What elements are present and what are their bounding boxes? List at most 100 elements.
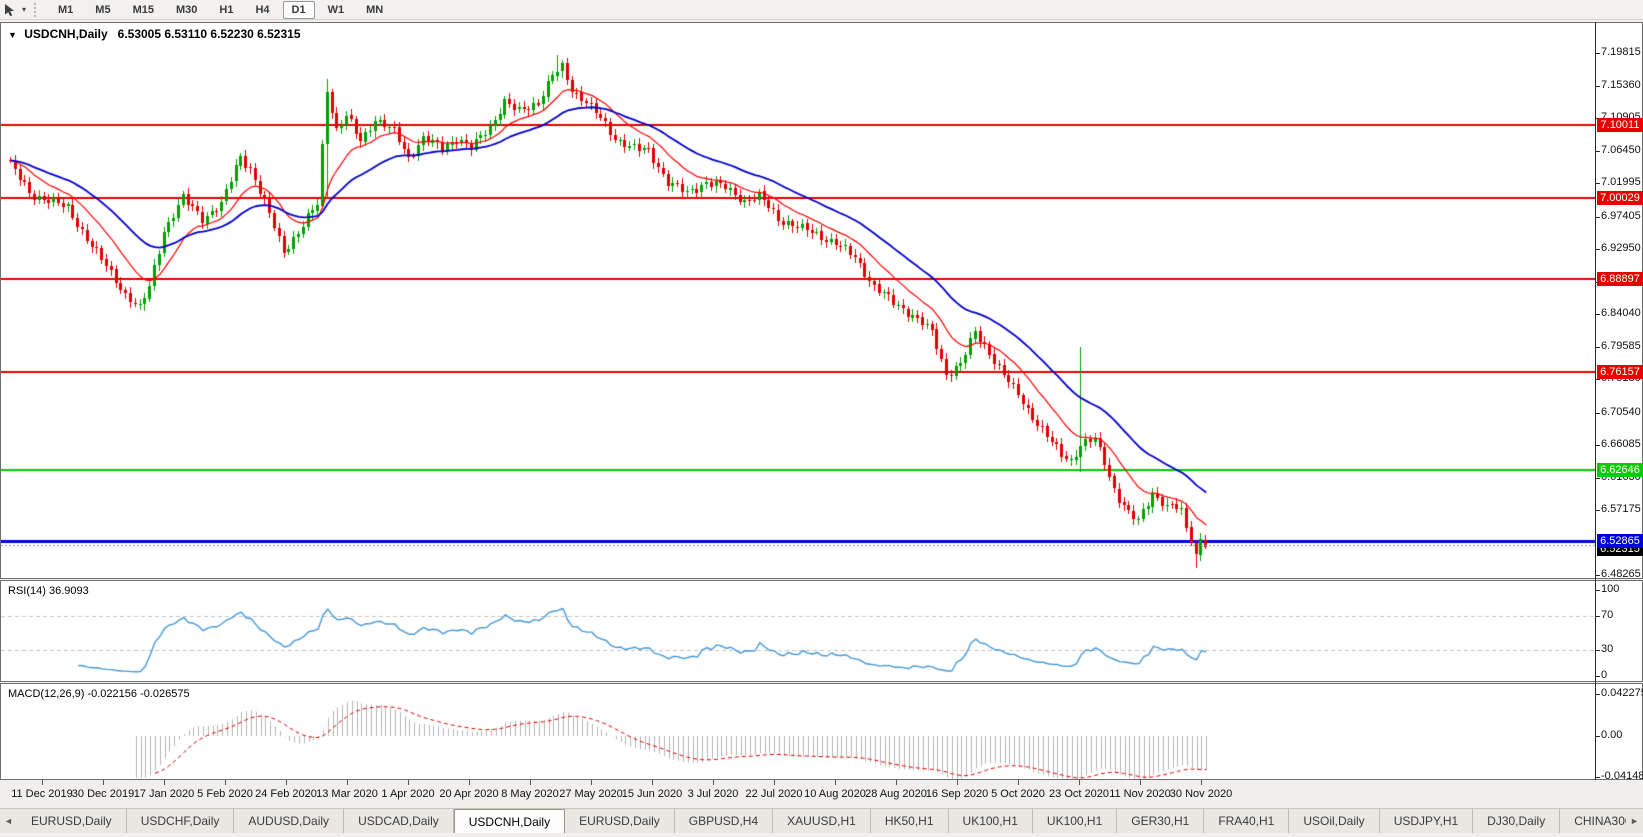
price-level-badge: 6.62646 [1597,463,1643,477]
timeframe-h4[interactable]: H4 [246,1,278,19]
price-level-badge: 7.00029 [1597,191,1643,205]
price-axis-tick: 6.48265 [1601,568,1641,580]
price-axis-tick-mark [1595,478,1600,479]
price-axis-tick-mark [1595,314,1600,315]
rsi-axis-tick-mark [1595,590,1600,591]
rsi-axis-tick: 70 [1601,609,1613,621]
macd-axis-tick: 0.042275 [1601,687,1643,699]
price-level-badge: 6.88897 [1597,272,1643,286]
tab-hk50-h1[interactable]: HK50,H1 [871,809,949,833]
date-axis: 11 Dec 201930 Dec 201917 Jan 20205 Feb 2… [0,780,1643,806]
date-axis-label: 24 Feb 2020 [255,788,317,800]
chart-ohlc-values: 6.53005 6.53110 6.52230 6.52315 [118,27,301,41]
timeframe-m5[interactable]: M5 [86,1,119,19]
date-axis-tick-mark [530,780,531,785]
rsi-axis-tick-mark [1595,616,1600,617]
macd-axis-tick-mark [1595,736,1600,737]
date-axis-label: 11 Dec 2019 [11,788,73,800]
price-axis-tick: 6.92950 [1601,242,1641,254]
timeframe-m15[interactable]: M15 [124,1,163,19]
macd-axis-tick: -0.04148 [1601,770,1643,782]
price-axis-tick-mark [1595,86,1600,87]
tab-ger30-h1[interactable]: GER30,H1 [1117,809,1204,833]
date-axis-label: 16 Sep 2020 [926,788,988,800]
tab-fra40-h1[interactable]: FRA40,H1 [1204,809,1289,833]
date-axis-label: 17 Jan 2020 [134,788,195,800]
rsi-axis-tick-mark [1595,650,1600,651]
price-axis-tick-mark [1595,183,1600,184]
tab-xauusd-h1[interactable]: XAUUSD,H1 [773,809,871,833]
date-axis-tick-mark [835,780,836,785]
date-axis-label: 15 Jun 2020 [622,788,683,800]
macd-canvas[interactable] [1,684,1596,779]
rsi-axis-tick: 0 [1601,669,1607,681]
date-axis-tick-mark [1079,780,1080,785]
price-level-badge: 7.10011 [1597,118,1643,132]
price-axis-tick: 6.97405 [1601,210,1641,222]
date-axis-label: 28 Aug 2020 [865,788,927,800]
date-axis-tick-mark [591,780,592,785]
timeframe-m1[interactable]: M1 [49,1,82,19]
timeframe-w1[interactable]: W1 [319,1,354,19]
tab-usdcnh-daily[interactable]: USDCNH,Daily [454,809,565,833]
date-axis-tick-mark [469,780,470,785]
tab-uk100-h1[interactable]: UK100,H1 [1033,809,1117,833]
cursor-tool-caret-icon[interactable]: ▾ [18,5,30,14]
timeframe-h1[interactable]: H1 [210,1,242,19]
main-chart-canvas[interactable] [1,23,1596,578]
chart-tab-bar: ◄ EURUSD,DailyUSDCHF,DailyAUDUSD,DailyUS… [0,808,1643,833]
tab-usdchf-daily[interactable]: USDCHF,Daily [127,809,235,833]
price-axis-tick: 6.66085 [1601,438,1641,450]
date-axis-label: 30 Nov 2020 [1170,788,1232,800]
cursor-tool-icon[interactable] [0,2,18,18]
rsi-canvas[interactable] [1,581,1596,681]
tab-dj30-daily[interactable]: DJ30,Daily [1473,809,1560,833]
timeframe-mn[interactable]: MN [357,1,392,19]
price-axis-tick-mark [1595,510,1600,511]
tab-gbpusd-h4[interactable]: GBPUSD,H4 [675,809,773,833]
macd-axis-tick-mark [1595,777,1600,778]
price-axis-tick: 6.84040 [1601,307,1641,319]
date-axis-tick-mark [957,780,958,785]
price-axis-line [1595,22,1596,780]
date-axis-tick-mark [1018,780,1019,785]
price-axis-tick: 6.57175 [1601,503,1641,515]
date-axis-tick-mark [774,780,775,785]
price-chart-pane [0,22,1643,579]
rsi-axis-tick: 30 [1601,643,1613,655]
timeframe-m30[interactable]: M30 [167,1,206,19]
date-axis-tick-mark [713,780,714,785]
tab-usdjpy-h1[interactable]: USDJPY,H1 [1380,809,1473,833]
price-axis-tick: 7.19815 [1601,46,1641,58]
mt4-terminal: ▾ M1M5 M15M30H1H4 D1W1MN ▼ USDCNH,Daily 6.… [0,0,1643,837]
tab-uk100-h1[interactable]: UK100,H1 [949,809,1033,833]
tab-usoil-daily[interactable]: USOil,Daily [1289,809,1379,833]
chart-menu-caret-icon[interactable]: ▼ [8,30,17,40]
date-axis-tick-mark [42,780,43,785]
macd-pane [0,683,1643,780]
macd-axis-tick: 0.00 [1601,729,1622,741]
timeframe-d1[interactable]: D1 [283,1,315,19]
date-axis-label: 11 Nov 2020 [1109,788,1171,800]
tab-audusd-daily[interactable]: AUDUSD,Daily [234,809,344,833]
tab-scroll-right-icon[interactable]: ► [1626,809,1643,833]
price-axis-tick-mark [1595,413,1600,414]
date-axis-label: 13 Mar 2020 [316,788,378,800]
price-axis-tick: 6.70540 [1601,406,1641,418]
price-axis-tick-mark [1595,249,1600,250]
macd-axis-tick-mark [1595,694,1600,695]
tab-china300-h1[interactable]: CHINA300,H1 [1560,809,1626,833]
rsi-pane [0,580,1643,682]
date-axis-label: 30 Dec 2019 [72,788,134,800]
date-axis-tick-mark [896,780,897,785]
date-axis-label: 20 Apr 2020 [439,788,498,800]
date-axis-tick-mark [103,780,104,785]
tab-scroll-left-icon[interactable]: ◄ [0,809,17,833]
tab-eurusd-daily[interactable]: EURUSD,Daily [565,809,675,833]
date-axis-label: 27 May 2020 [559,788,623,800]
tab-eurusd-daily[interactable]: EURUSD,Daily [17,809,127,833]
tab-usdcad-daily[interactable]: USDCAD,Daily [344,809,454,833]
price-axis-tick-mark [1595,53,1600,54]
date-axis-tick-mark [408,780,409,785]
date-axis-tick-mark [286,780,287,785]
